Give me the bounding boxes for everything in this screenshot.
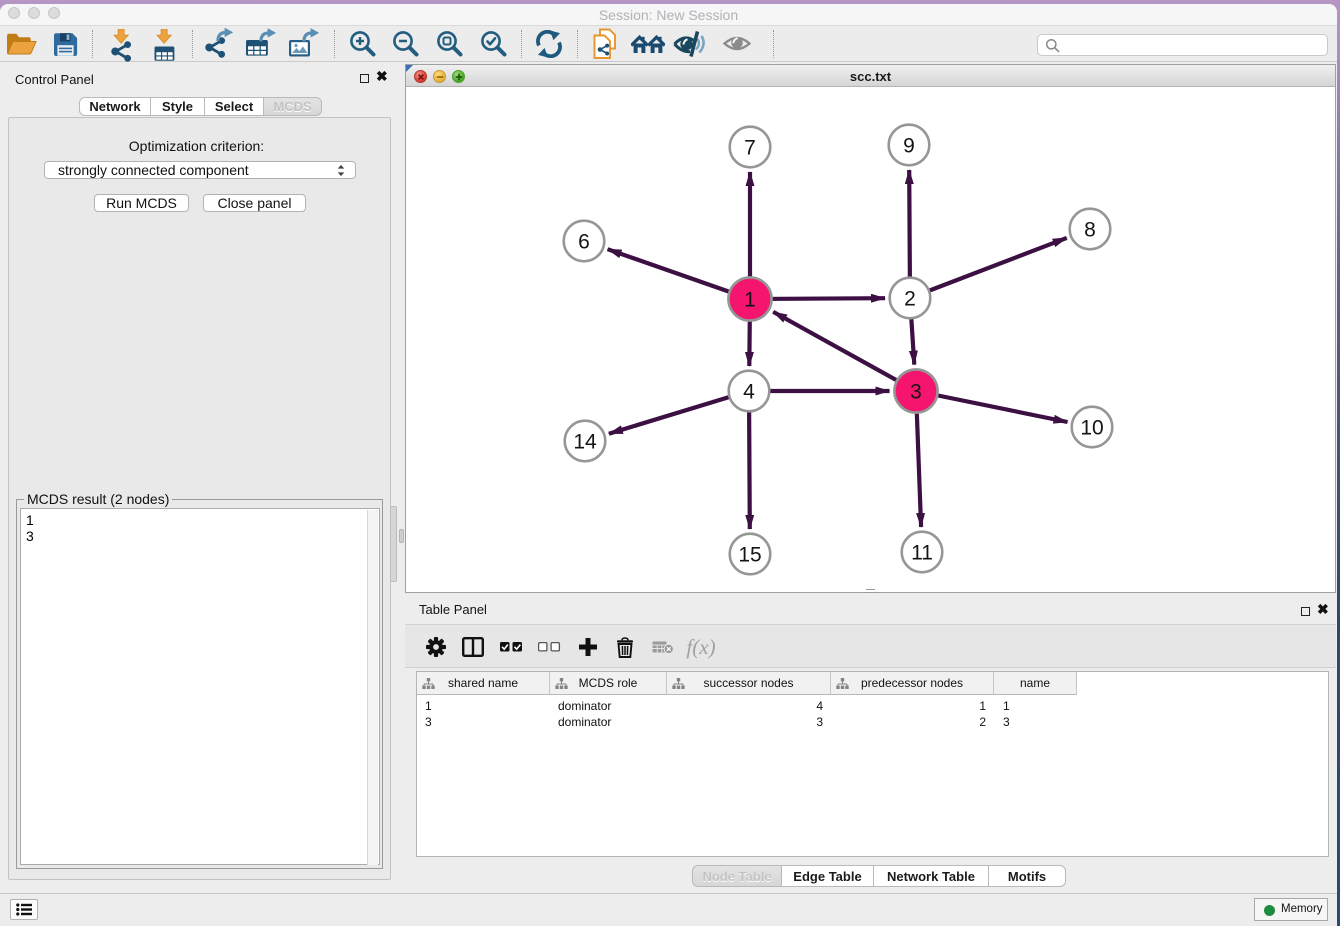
- svg-text:3: 3: [910, 381, 922, 404]
- svg-text:15: 15: [738, 544, 761, 567]
- svg-text:6: 6: [578, 231, 590, 254]
- svg-text:10: 10: [1080, 417, 1103, 440]
- svg-text:8: 8: [1084, 219, 1096, 242]
- svg-text:4: 4: [743, 381, 755, 404]
- svg-text:1: 1: [744, 289, 756, 312]
- svg-text:7: 7: [744, 137, 756, 160]
- svg-text:14: 14: [573, 431, 597, 454]
- svg-text:9: 9: [903, 135, 915, 158]
- svg-text:2: 2: [904, 288, 916, 311]
- svg-text:11: 11: [911, 542, 933, 565]
